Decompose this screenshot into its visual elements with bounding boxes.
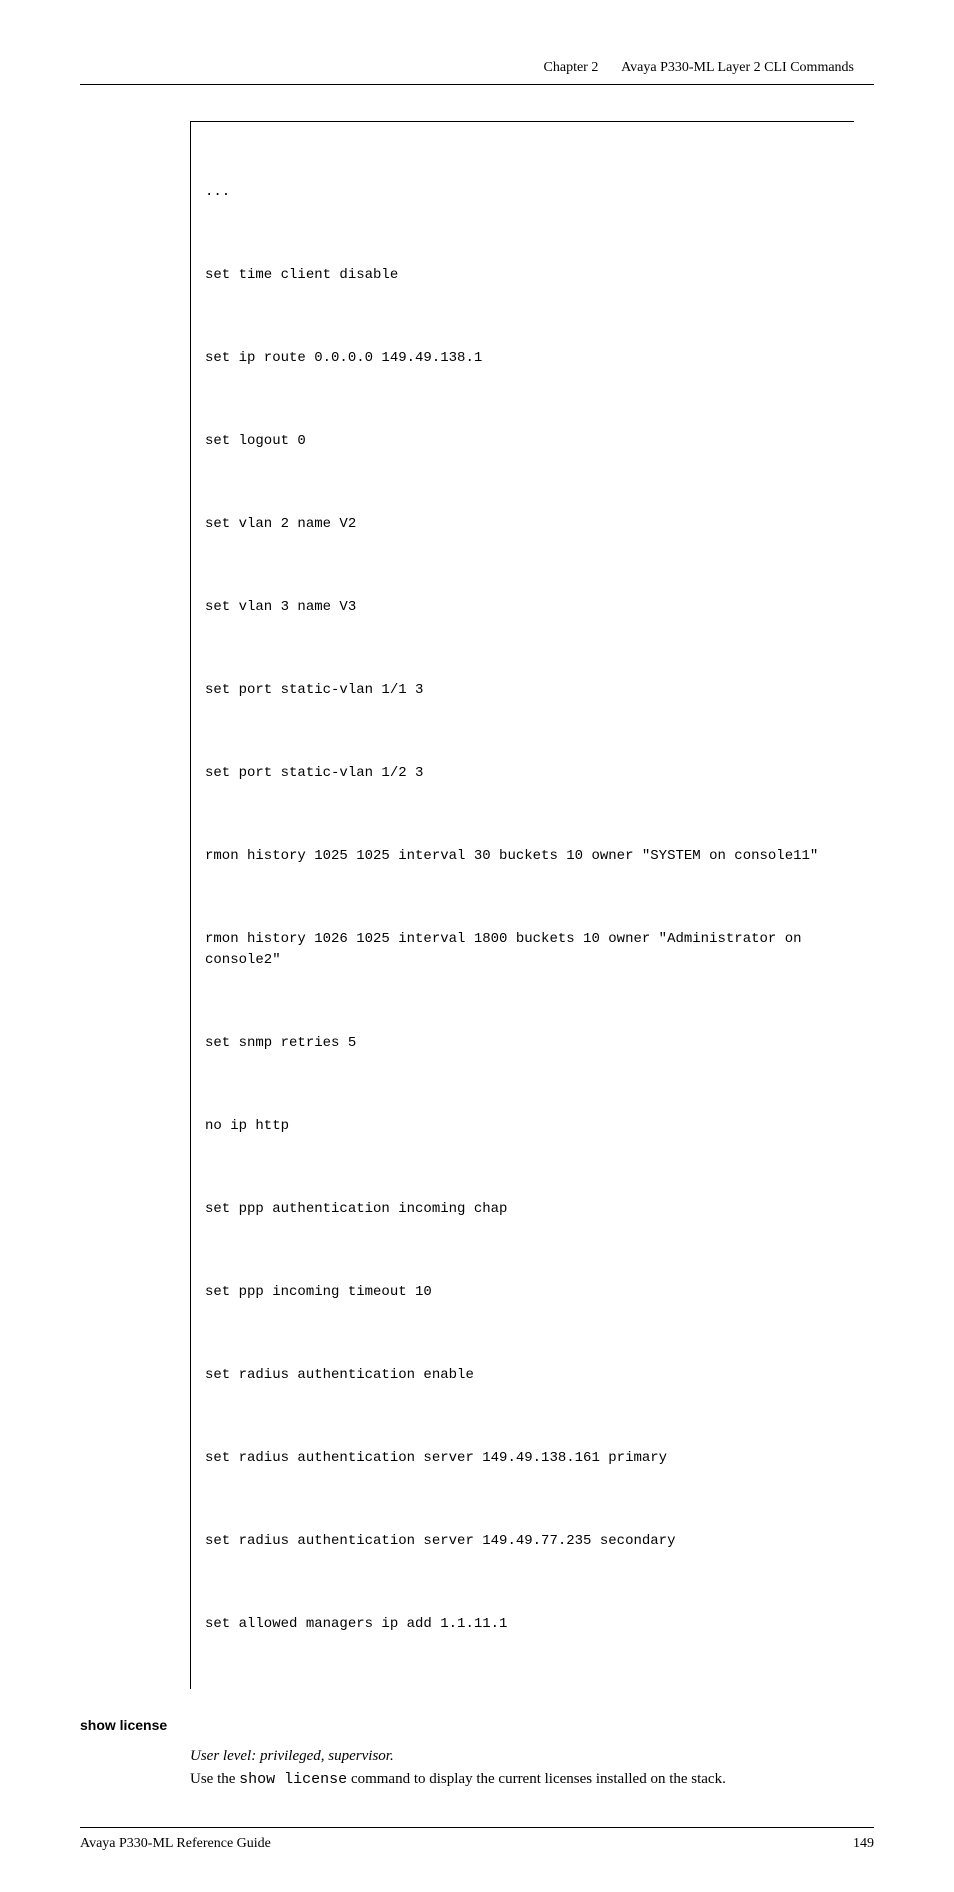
code-line: set logout 0 [205,431,842,452]
desc-command: show license [239,1771,347,1788]
code-line: rmon history 1026 1025 interval 1800 buc… [205,929,842,971]
code-line: set radius authentication server 149.49.… [205,1531,842,1552]
code-line: set radius authentication server 149.49.… [205,1448,842,1469]
header-title: Avaya P330-ML Layer 2 CLI Commands [621,60,854,75]
desc-text-pre: Use the [190,1771,239,1787]
code-line: set vlan 3 name V3 [205,597,842,618]
desc-text-post: command to display the current licenses … [347,1771,726,1787]
code-line: set allowed managers ip add 1.1.11.1 [205,1614,842,1635]
page-header: Chapter 2 Avaya P330-ML Layer 2 CLI Comm… [80,60,874,85]
code-line: set radius authentication enable [205,1365,842,1386]
code-line: no ip http [205,1116,842,1137]
code-line: set ppp authentication incoming chap [205,1199,842,1220]
code-line: set port static-vlan 1/1 3 [205,680,842,701]
code-line: rmon history 1025 1025 interval 30 bucke… [205,846,842,867]
footer-page-number: 149 [853,1836,874,1852]
section-description: Use the show license command to display … [190,1768,834,1792]
user-level-note: User level: privileged, supervisor. [190,1745,834,1768]
code-example: ... set time client disable set ip route… [190,121,854,1689]
code-line: set time client disable [205,265,842,286]
code-line: set snmp retries 5 [205,1033,842,1054]
section-body: User level: privileged, supervisor. Use … [190,1745,834,1791]
header-chapter: Chapter 2 [544,60,599,75]
page-footer: Avaya P330-ML Reference Guide 149 [80,1827,874,1852]
code-line: ... [205,182,842,203]
section-heading: show license [80,1717,874,1733]
code-line: set ip route 0.0.0.0 149.49.138.1 [205,348,842,369]
code-line: set vlan 2 name V2 [205,514,842,535]
code-line: set port static-vlan 1/2 3 [205,763,842,784]
footer-left: Avaya P330-ML Reference Guide [80,1836,271,1852]
code-line: set ppp incoming timeout 10 [205,1282,842,1303]
